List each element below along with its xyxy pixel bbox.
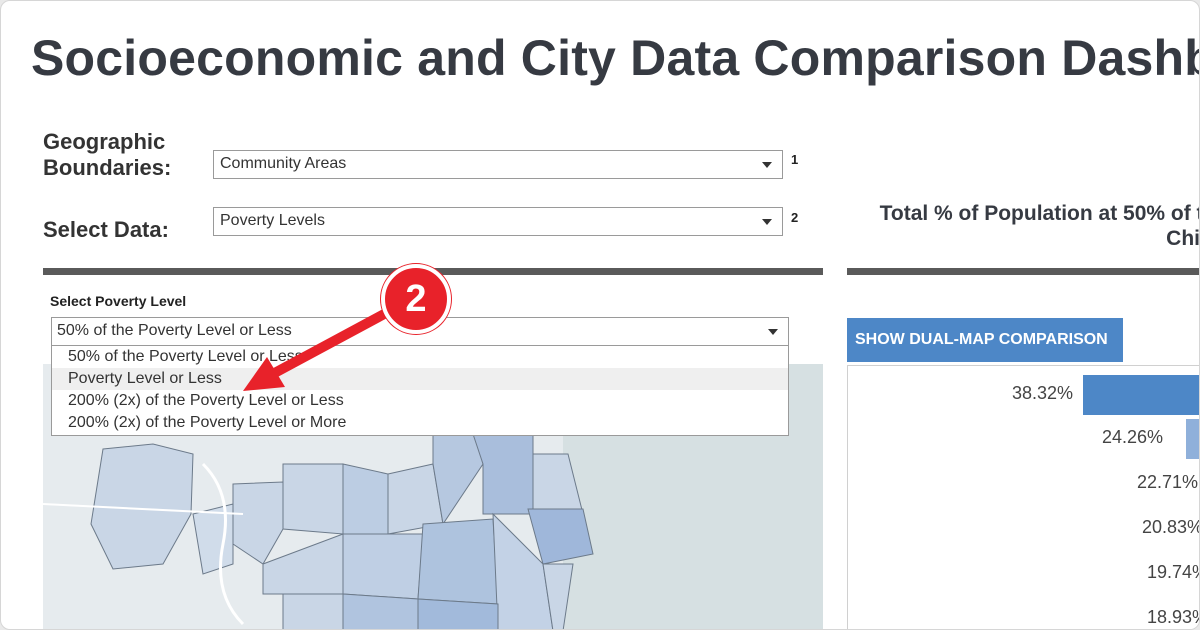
community-area-region[interactable] (417, 518, 499, 605)
bar-row[interactable]: 18.93% (848, 595, 1199, 629)
chevron-down-icon (762, 219, 772, 225)
dropdown-option[interactable]: 200% (2x) of the Poverty Level or More (52, 412, 788, 434)
select-data-select[interactable]: Poverty Levels (213, 207, 783, 236)
chart-title-line2: Chicago (1166, 227, 1200, 250)
select-data-label: Select Data: (43, 217, 169, 242)
right-divider (847, 268, 1199, 275)
data-select-value: Poverty Levels (220, 212, 325, 229)
annotation-step-badge: 2 (381, 264, 451, 334)
bar-value-label: 18.93% (1146, 607, 1199, 627)
step-number-1: 1 (791, 152, 799, 167)
chevron-down-icon (768, 329, 778, 335)
dashboard-frame: Socioeconomic and City Data Comparison D… (0, 0, 1200, 630)
bar-row[interactable]: 19.74% (848, 550, 1199, 590)
step-number-2: 2 (791, 210, 799, 225)
community-area-region[interactable] (282, 463, 344, 535)
page-title: Socioeconomic and City Data Comparison D… (31, 30, 1200, 86)
geographic-boundaries-label: Geographic Boundaries: (43, 129, 171, 181)
dropdown-option[interactable]: Poverty Level or Less (52, 368, 788, 390)
bar-chart-panel: 38.32% 24.26% 22.71% 20.83% 19.74% 18.93% (847, 365, 1200, 629)
chart-title: Total % of Population at 50% of the Pove… (861, 201, 1200, 251)
bar-row[interactable]: 20.83% (848, 505, 1200, 545)
community-area-region[interactable] (282, 593, 344, 630)
bar[interactable] (1186, 419, 1199, 459)
bar[interactable] (1083, 375, 1199, 415)
community-area-region[interactable] (532, 453, 584, 515)
select-poverty-level-label: Select Poverty Level (50, 293, 187, 309)
bar-row[interactable]: 38.32% (848, 371, 1199, 415)
show-dual-map-comparison-button[interactable]: SHOW DUAL-MAP COMPARISON (847, 318, 1123, 362)
dropdown-option[interactable]: 200% (2x) of the Poverty Level or Less (52, 390, 788, 412)
bar-row[interactable]: 24.26% (848, 415, 1199, 459)
geographic-boundaries-select[interactable]: Community Areas (213, 150, 783, 179)
bar-value-label: 22.71% (1136, 472, 1198, 492)
bar-value-label: 24.26% (1101, 427, 1163, 447)
geo-label-line1: Geographic (43, 129, 166, 154)
geo-label-line2: Boundaries: (43, 155, 172, 180)
community-area-region[interactable] (342, 533, 424, 600)
chart-title-line1: Total % of Population at 50% of the Pove… (879, 202, 1199, 225)
poverty-select-value: 50% of the Poverty Level or Less (57, 322, 292, 339)
geo-select-value: Community Areas (220, 155, 347, 172)
dropdown-option[interactable]: 50% of the Poverty Level or Less (52, 346, 788, 368)
poverty-level-dropdown: 50% of the Poverty Level or Less Poverty… (51, 345, 789, 436)
bar-value-label: 20.83% (1141, 517, 1200, 537)
chevron-down-icon (762, 162, 772, 168)
community-area-region[interactable] (342, 593, 419, 630)
community-area-region[interactable] (342, 463, 389, 535)
community-area-region[interactable] (417, 598, 499, 630)
bar-value-label: 19.74% (1146, 562, 1199, 582)
bar-value-label: 38.32% (1011, 383, 1073, 403)
bar-row[interactable]: 22.71% (848, 460, 1199, 500)
